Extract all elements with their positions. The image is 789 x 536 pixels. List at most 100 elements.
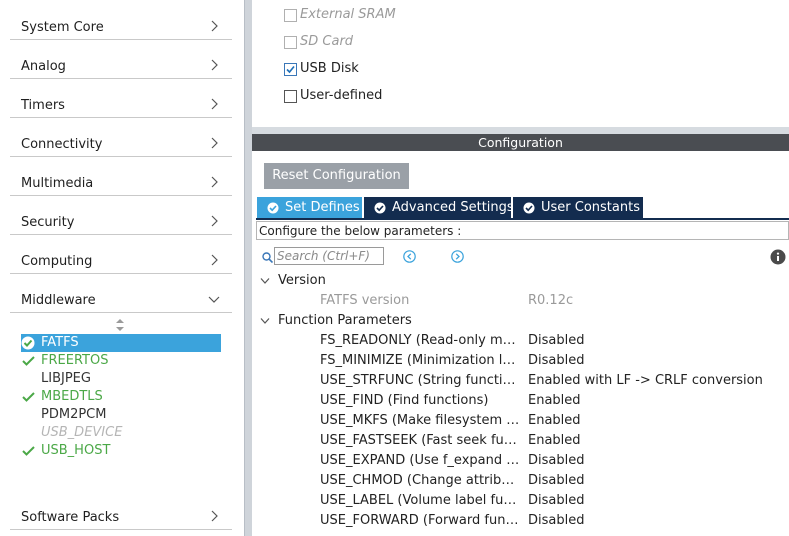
category-security[interactable]: Security xyxy=(10,200,232,235)
checkbox-checked[interactable] xyxy=(284,63,297,76)
param-row[interactable]: USE_FORWARD (Forward function) Disabled xyxy=(320,513,789,531)
category-label: Security xyxy=(21,215,75,230)
mode-panel: External SRAM SD Card USB Disk User-defi… xyxy=(252,0,789,127)
param-value: Disabled xyxy=(528,493,585,508)
checkmark-icon xyxy=(286,65,295,74)
param-name: USE_STRFUNC (String functions) xyxy=(320,373,522,388)
category-label: Multimedia xyxy=(21,176,94,191)
param-name: FS_READONLY (Read-only mode) xyxy=(320,333,522,348)
category-system-core[interactable]: System Core xyxy=(10,5,232,40)
param-row[interactable]: USE_FIND (Find functions) Enabled xyxy=(320,393,789,411)
category-analog[interactable]: Analog xyxy=(10,44,232,79)
param-name: USE_FORWARD (Forward function) xyxy=(320,513,522,528)
categories-panel: System Core Analog Timers Connectivity M… xyxy=(0,0,244,536)
option-label: SD Card xyxy=(300,34,354,49)
param-row[interactable]: USE_EXPAND (Use f_expand function) Disab… xyxy=(320,453,789,471)
param-name: FATFS version xyxy=(320,293,410,308)
param-row[interactable]: USE_FASTSEEK (Fast seek function) Enable… xyxy=(320,433,789,451)
param-value: Disabled xyxy=(528,333,585,348)
param-value: R0.12c xyxy=(528,293,574,308)
category-software-packs[interactable]: Software Packs xyxy=(10,495,232,530)
category-label: System Core xyxy=(21,20,104,35)
param-name: USE_LABEL (Volume label functions) xyxy=(320,493,522,508)
category-label: Analog xyxy=(21,59,66,74)
param-value: Disabled xyxy=(528,473,585,488)
reset-configuration-button[interactable]: Reset Configuration xyxy=(264,163,409,189)
tab-user-constants[interactable]: User Constants xyxy=(513,197,643,218)
param-value: Enabled xyxy=(528,433,581,448)
group-label: Function Parameters xyxy=(278,313,412,328)
middleware-item-usb-host[interactable]: USB_HOST xyxy=(21,442,221,460)
param-row[interactable]: USE_MKFS (Make filesystem function) Enab… xyxy=(320,413,789,431)
param-row[interactable]: USE_STRFUNC (String functions) Enabled w… xyxy=(320,373,789,391)
middleware-item-label: LIBJPEG xyxy=(41,371,91,386)
category-multimedia[interactable]: Multimedia xyxy=(10,161,232,196)
middleware-item-usb-device[interactable]: USB_DEVICE xyxy=(21,424,221,442)
chevron-right-icon xyxy=(211,510,218,522)
tab-label: User Constants xyxy=(541,200,640,215)
category-label: Connectivity xyxy=(21,137,103,152)
param-row[interactable]: USE_CHMOD (Change attributes function) D… xyxy=(320,473,789,491)
param-row[interactable]: USE_LABEL (Volume label functions) Disab… xyxy=(320,493,789,511)
param-value: Enabled xyxy=(528,413,581,428)
check-circle-icon xyxy=(523,202,535,214)
tab-label: Set Defines xyxy=(285,200,360,215)
param-value: Disabled xyxy=(528,513,585,528)
middleware-item-label: MBEDTLS xyxy=(41,389,103,404)
check-circle-icon xyxy=(21,336,35,350)
checkmark-icon xyxy=(22,392,35,402)
param-row[interactable]: FS_MINIMIZE (Minimization level) Disable… xyxy=(320,353,789,371)
chevron-down-icon xyxy=(208,296,220,303)
param-row-fatfs-version[interactable]: FATFS version R0.12c xyxy=(320,293,789,311)
option-label: User-defined xyxy=(300,88,383,103)
param-row[interactable]: FS_READONLY (Read-only mode) Disabled xyxy=(320,333,789,351)
chevron-right-icon xyxy=(211,20,218,32)
middleware-item-fatfs[interactable]: FATFS xyxy=(21,334,221,352)
checkbox[interactable] xyxy=(284,36,297,49)
search-input[interactable] xyxy=(274,247,384,265)
param-value: Disabled xyxy=(528,353,585,368)
middleware-item-freertos[interactable]: FREERTOS xyxy=(21,352,221,370)
param-name: USE_CHMOD (Change attributes function) xyxy=(320,473,522,488)
param-value: Enabled xyxy=(528,393,581,408)
param-name: FS_MINIMIZE (Minimization level) xyxy=(320,353,522,368)
check-circle-icon xyxy=(374,202,386,214)
category-label: Software Packs xyxy=(21,510,120,525)
param-name: USE_FASTSEEK (Fast seek function) xyxy=(320,433,522,448)
param-value: Disabled xyxy=(528,453,585,468)
chevron-down-icon xyxy=(260,278,270,284)
category-label: Timers xyxy=(21,98,65,113)
checkbox[interactable] xyxy=(284,9,297,22)
category-connectivity[interactable]: Connectivity xyxy=(10,122,232,157)
next-match-icon[interactable] xyxy=(451,250,464,263)
param-name: USE_EXPAND (Use f_expand function) xyxy=(320,453,522,468)
chevron-right-icon xyxy=(211,254,218,266)
middleware-item-label: USB_HOST xyxy=(41,443,111,458)
configure-hint: Configure the below parameters : xyxy=(256,221,789,240)
chevron-right-icon xyxy=(211,59,218,71)
previous-match-icon[interactable] xyxy=(403,250,416,263)
chevron-right-icon xyxy=(211,98,218,110)
group-label: Version xyxy=(278,273,326,288)
param-name: USE_MKFS (Make filesystem function) xyxy=(320,413,522,428)
tab-set-defines[interactable]: Set Defines xyxy=(257,197,362,218)
panel-separator[interactable] xyxy=(252,127,789,134)
category-label: Middleware xyxy=(21,293,96,308)
checkbox[interactable] xyxy=(284,90,297,103)
category-timers[interactable]: Timers xyxy=(10,83,232,118)
category-middleware[interactable]: Middleware xyxy=(10,278,232,313)
option-label: USB Disk xyxy=(300,61,359,76)
info-icon[interactable] xyxy=(770,249,786,265)
panel-splitter[interactable] xyxy=(244,0,252,536)
chevron-right-icon xyxy=(211,176,218,188)
middleware-item-pdm2pcm[interactable]: PDM2PCM xyxy=(21,406,221,424)
chevron-down-icon xyxy=(260,318,270,324)
middleware-item-libjpeg[interactable]: LIBJPEG xyxy=(21,370,221,388)
sort-icon[interactable] xyxy=(114,318,126,332)
category-computing[interactable]: Computing xyxy=(10,239,232,274)
tab-label: Advanced Settings xyxy=(392,200,514,215)
middleware-item-mbedtls[interactable]: MBEDTLS xyxy=(21,388,221,406)
tab-underline xyxy=(256,218,789,220)
tab-advanced-settings[interactable]: Advanced Settings xyxy=(364,197,514,218)
configuration-header: Configuration xyxy=(252,134,789,151)
